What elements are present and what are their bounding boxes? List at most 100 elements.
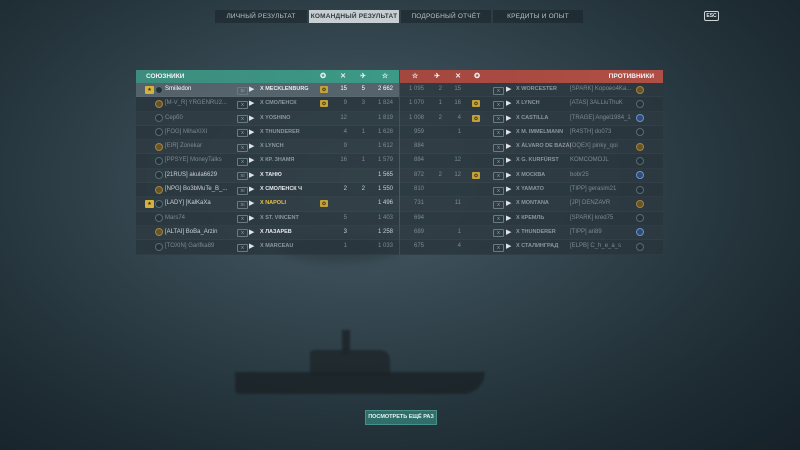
kills-value: 1 bbox=[457, 228, 461, 235]
planes-value bbox=[353, 197, 365, 210]
table-row[interactable]: 884 12 X ▶ X G. KURFÜRST KOMCOMOJL bbox=[400, 154, 663, 168]
esc-button[interactable]: ESC bbox=[704, 11, 719, 21]
player-name[interactable]: bobr25 bbox=[570, 169, 632, 182]
player-name[interactable]: [PPSYE] MoneyTalks bbox=[165, 154, 233, 167]
planes-value: 2 bbox=[438, 114, 442, 121]
player-name[interactable]: KOMCOMOJL bbox=[570, 154, 632, 167]
planes-value bbox=[353, 112, 365, 125]
planes-value bbox=[430, 240, 442, 253]
planes-value bbox=[353, 240, 365, 253]
guns-icon: ✕ bbox=[340, 73, 346, 80]
tab-credits-xp[interactable]: КРЕДИТЫ И ОПЫТ bbox=[493, 10, 583, 23]
player-name[interactable]: [TIPP] gerasim21 bbox=[570, 183, 632, 196]
planes-value bbox=[430, 140, 442, 153]
table-row[interactable]: 1 008 2 4 ✪ X ▶ X CASTILLA [TRAGE] Angel1984_1 bbox=[400, 112, 663, 126]
ship-name: X YOSHINO bbox=[260, 114, 291, 121]
table-row[interactable]: [ALTAI] BoBa_Arzin X ▶ X ЛАЗАРЕВ 3 1 258 bbox=[136, 226, 399, 240]
ship-name: X СМОЛЕНСК bbox=[260, 100, 297, 107]
table-row[interactable]: 884 X ▶ X ÁLVARO DE BAZÁN [OQEX] pinky_qoi bbox=[400, 140, 663, 154]
table-row[interactable]: [TOXIN] Garifka89 X ▶ X MARCEAU 1 1 033 bbox=[136, 240, 399, 254]
player-name[interactable]: Mars74 bbox=[165, 212, 233, 225]
player-name[interactable]: [JP] DENZAVR bbox=[570, 197, 632, 210]
clan-avatar-icon bbox=[155, 85, 163, 94]
tab-personal-result[interactable]: ЛИЧНЫЙ РЕЗУЛЬТАТ bbox=[215, 10, 307, 23]
tab-detailed-report[interactable]: ПОДРОБНЫЙ ОТЧЁТ bbox=[401, 10, 491, 23]
tier-badge: X bbox=[237, 215, 248, 224]
tab-team-result[interactable]: КОМАНДНЫЙ РЕЗУЛЬТАТ bbox=[309, 10, 399, 23]
player-name[interactable]: [FOG] MihaXIXI bbox=[165, 126, 233, 139]
player-name[interactable]: Smiiledon bbox=[165, 83, 233, 96]
xp-value: 1 070 bbox=[408, 100, 424, 107]
player-name[interactable]: [ATAS] 3ALLiuThuK bbox=[570, 97, 632, 110]
table-row[interactable]: 872 2 12 ✪ X ▶ X МОСКВА bobr25 bbox=[400, 169, 663, 183]
guns-icon: ✕ bbox=[455, 73, 461, 80]
table-row[interactable]: Серб0 X ▶ X YOSHINO 12 1 819 bbox=[136, 112, 399, 126]
player-name[interactable]: [LADY] [KalKaXa bbox=[165, 197, 233, 210]
tier-badge: X bbox=[493, 172, 504, 181]
allies-title: СОЮЗНИКИ bbox=[146, 73, 185, 80]
player-name[interactable]: [M-V_R] YRGENRU2... bbox=[165, 97, 233, 110]
table-row[interactable]: 1 095 2 15 X ▶ X WORCESTER [SPARK] Kopoeo4Ka..… bbox=[400, 83, 663, 97]
table-row[interactable]: 694 X ▶ X КРЕМЛЬ [SPARK] kred75 bbox=[400, 212, 663, 226]
player-name[interactable]: [NPG] Bo3bMuTe_B_... bbox=[165, 183, 233, 196]
table-row[interactable]: [PPSYE] MoneyTalks X ▶ X КР. ЗНАМЯ 16 1 1 579 bbox=[136, 154, 399, 168]
table-row[interactable]: [21RUS] akula6629 XI ▶ X ТАНЮ 1 565 bbox=[136, 169, 399, 183]
ship-name: X CASTILLA bbox=[516, 114, 549, 121]
ship-name: X NAPOLI bbox=[260, 200, 286, 207]
table-row[interactable]: Mars74 X ▶ X ST. VINCENT 5 1 403 bbox=[136, 212, 399, 226]
kills-value: 9 bbox=[343, 100, 347, 107]
kills-value: 15 bbox=[454, 86, 461, 92]
tier-badge: XI bbox=[237, 172, 248, 181]
clan-avatar-icon bbox=[155, 228, 163, 237]
planes-value: 2 bbox=[438, 171, 442, 178]
table-row[interactable]: 731 11 X ▶ X MONTANA [JP] DENZAVR bbox=[400, 197, 663, 211]
player-name[interactable]: Серб0 bbox=[165, 112, 233, 125]
planes-value: 2 bbox=[438, 86, 442, 92]
player-name[interactable]: [TRAGE] Angel1984_1 bbox=[570, 112, 632, 125]
player-name[interactable]: [SPARK] Kopoeo4Ka... bbox=[570, 83, 632, 96]
ship-class-icon: ▶ bbox=[249, 243, 255, 251]
planes-value bbox=[353, 226, 365, 239]
player-name[interactable]: [TOXIN] Garifka89 bbox=[165, 240, 233, 253]
table-row[interactable]: ★ [LADY] [KalKaXa XI ▶ X NAPOLI ✪ 1 496 bbox=[136, 197, 399, 211]
table-row[interactable]: ★ Smiiledon XI ▶ X MECKLENBURG ✪ 15 5 2 662 bbox=[136, 83, 399, 98]
table-row[interactable]: 675 4 X ▶ X СТАЛИНГРАД [ELPB] C_h_e_a_s bbox=[400, 240, 663, 254]
table-row[interactable]: 810 X ▶ X YAMATO [TIPP] gerasim21 bbox=[400, 183, 663, 197]
planes-value: 5 bbox=[361, 86, 365, 92]
enemies-list: 1 095 2 15 X ▶ X WORCESTER [SPARK] Kopoeo4Ka..… bbox=[400, 83, 663, 255]
replay-button[interactable]: ПОСМОТРЕТЬ ЕЩЁ РАЗ bbox=[365, 410, 437, 425]
table-row[interactable]: [NPG] Bo3bMuTe_B_... XI ▶ X СМОЛЕНСК Ч 2 2 1 5… bbox=[136, 183, 399, 197]
xp-value: 1 550 bbox=[377, 186, 393, 193]
player-name[interactable]: [SPARK] kred75 bbox=[570, 212, 632, 225]
table-row[interactable]: [EIR] Zonekar X ▶ X LYNCH 9 1 612 bbox=[136, 140, 399, 154]
ship-name: X THUNDERER bbox=[260, 128, 300, 135]
player-name[interactable]: [ELPB] C_h_e_a_s bbox=[570, 240, 632, 253]
ship-class-icon: ▶ bbox=[249, 100, 255, 108]
ship-class-icon: ▶ bbox=[506, 100, 512, 108]
medal-icon: ✪ bbox=[474, 73, 480, 80]
player-name[interactable]: [R4STH] do073 bbox=[570, 126, 632, 139]
ship-class-icon: ▶ bbox=[249, 214, 255, 222]
xp-value: 1 612 bbox=[377, 143, 393, 150]
player-name[interactable]: [EIR] Zonekar bbox=[165, 140, 233, 153]
clan-avatar-icon bbox=[155, 214, 163, 223]
table-row[interactable]: 959 1 X ▶ X M. IMMELMANN [R4STH] do073 bbox=[400, 126, 663, 140]
achievement-icon: ✪ bbox=[320, 100, 328, 108]
table-row[interactable]: 689 1 X ▶ X THUNDERER [TIPP] ari89 bbox=[400, 226, 663, 240]
table-row[interactable]: 1 070 1 16 ✪ X ▶ X LYNCH [ATAS] 3ALLiuThuK bbox=[400, 97, 663, 111]
player-name[interactable]: [21RUS] akula6629 bbox=[165, 169, 233, 182]
table-row[interactable]: [FOG] MihaXIXI X ▶ X THUNDERER 4 1 1 628 bbox=[136, 126, 399, 140]
table-row[interactable]: [M-V_R] YRGENRU2... X ▶ X СМОЛЕНСК ✪ 9 3 1 824 bbox=[136, 97, 399, 111]
ship-name: X КР. ЗНАМЯ bbox=[260, 157, 295, 164]
player-name[interactable]: [OQEX] pinky_qoi bbox=[570, 140, 632, 153]
player-name[interactable]: [TIPP] ari89 bbox=[570, 226, 632, 239]
xp-value: 1 824 bbox=[377, 100, 393, 107]
tier-badge: XI bbox=[237, 186, 248, 195]
plane-icon: ✈ bbox=[360, 73, 366, 80]
planes-value bbox=[430, 212, 442, 225]
kills-value: 4 bbox=[457, 114, 461, 121]
tier-badge: X bbox=[493, 100, 504, 109]
tier-badge: XI bbox=[237, 86, 248, 95]
xp-value: 884 bbox=[413, 143, 424, 150]
player-name[interactable]: [ALTAI] BoBa_Arzin bbox=[165, 226, 233, 239]
